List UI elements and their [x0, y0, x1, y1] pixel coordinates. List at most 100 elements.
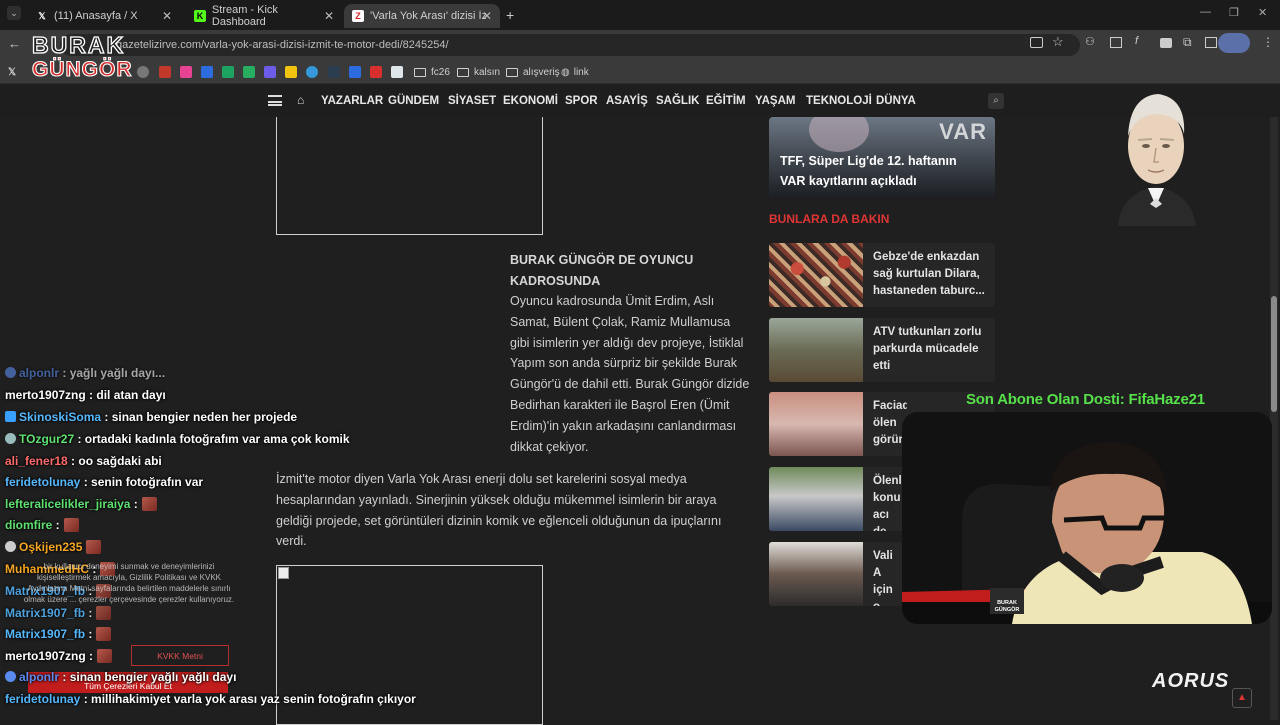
bookmark-icon[interactable]: [243, 66, 255, 78]
bookmark-star-icon[interactable]: ☆: [1052, 34, 1064, 50]
nav-yazarlar[interactable]: YAZARLAR: [321, 95, 383, 107]
emote-icon: [141, 497, 157, 511]
nav-saglik[interactable]: SAĞLIK: [656, 95, 699, 107]
minimize-icon[interactable]: —: [1200, 6, 1211, 18]
bookmark-folder-alisveris[interactable]: alışveriş: [506, 64, 560, 80]
globe-icon: ◍: [561, 66, 570, 78]
nav-ekonomi[interactable]: EKONOMİ: [503, 95, 558, 107]
subscriber-alert: Son Abone Olan Dosti: FifaHaze21: [966, 391, 1205, 408]
related-item[interactable]: Gebze'de enkazdan sağ kurtulan Dilara, h…: [769, 243, 995, 307]
chat-username: alponlr: [19, 670, 60, 684]
chat-text: millihakimiyet varla yok arası yaz senin…: [91, 692, 416, 706]
bookmark-icon[interactable]: [306, 66, 318, 78]
related-title: ATV tutkunları zorlu parkurda mücadele e…: [873, 326, 982, 372]
nav-yasam[interactable]: YAŞAM: [755, 95, 795, 107]
chat-username: Oşkijen235: [19, 540, 83, 554]
sidebar-icon[interactable]: [1205, 37, 1217, 48]
url-text: gazetelizirve.com/varla-yok-arasi-dizisi…: [116, 39, 449, 51]
kvkk-button[interactable]: KVKK Metni: [131, 645, 229, 666]
nav-gundem[interactable]: GÜNDEM: [388, 95, 439, 107]
close-icon[interactable]: ✕: [482, 9, 492, 23]
bookmark-icon[interactable]: [159, 66, 171, 78]
bookmark-icon[interactable]: [391, 66, 403, 78]
chat-username: merto1907zng: [5, 388, 86, 402]
font-icon[interactable]: f: [1135, 35, 1138, 47]
puzzle-icon[interactable]: ⧉: [1183, 35, 1192, 50]
close-window-icon[interactable]: ✕: [1258, 6, 1267, 19]
profile-avatar[interactable]: [1218, 33, 1250, 53]
related-thumbnail: [769, 243, 863, 307]
tab-title: (11) Anasayfa / X: [54, 10, 138, 22]
address-bar[interactable]: gazetelizirve.com/varla-yok-arasi-dizisi…: [60, 34, 1080, 56]
close-icon[interactable]: ✕: [162, 9, 172, 23]
chat-username: Matrix1907_fb: [5, 606, 86, 620]
bookmark-folder-fc26[interactable]: fc26: [414, 64, 450, 80]
chat-badge-icon: [5, 367, 16, 378]
bookmark-folder-kalsin[interactable]: kalsın: [457, 64, 500, 80]
bookmark-icon[interactable]: [328, 66, 340, 78]
emote-icon: [97, 649, 113, 663]
back-arrow-icon[interactable]: ←: [8, 36, 21, 51]
chat-text: senin fotoğrafın var: [91, 475, 204, 489]
chat-text: sinan bengier neden her projede: [111, 410, 298, 424]
scroll-top-button[interactable]: ▲: [1232, 688, 1252, 708]
nav-spor[interactable]: SPOR: [565, 95, 598, 107]
var-badge: VAR: [939, 119, 987, 144]
bookmark-link[interactable]: ◍ link: [561, 64, 589, 80]
camera-icon[interactable]: [1160, 38, 1172, 48]
hamburger-menu-icon[interactable]: [268, 95, 282, 106]
bookmark-icon[interactable]: [222, 66, 234, 78]
chat-text: oo sağdaki abi: [78, 454, 162, 468]
cookie-notice: bir kullanıcı deneyimi sunmak ve deneyim…: [23, 562, 235, 604]
bookmark-icon[interactable]: [264, 66, 276, 78]
bookmark-label: kalsın: [474, 66, 501, 78]
pennant-graphic: [809, 117, 869, 152]
nav-teknoloji[interactable]: TEKNOLOJİ: [806, 95, 872, 107]
chat-message: Oşkijen235: [5, 540, 102, 554]
scrollbar-track[interactable]: [1270, 117, 1278, 720]
new-tab-plus-icon[interactable]: +: [506, 7, 514, 23]
nav-dunya[interactable]: DÜNYA: [876, 95, 916, 107]
emote-icon: [96, 606, 112, 620]
chat-username: lefteralicelikler_jiraiya: [5, 497, 131, 511]
related-title: Gebze'de enkazdan sağ kurtulan Dilara, h…: [873, 251, 985, 297]
bookmarks-bar: 𝕏 fc26 kalsın alışveriş ◍ link: [0, 60, 1280, 84]
broken-image-icon: [278, 567, 289, 579]
menu-kebab-icon[interactable]: ⋮: [1262, 35, 1274, 49]
bookmark-icon[interactable]: [180, 66, 192, 78]
home-icon[interactable]: ⌂: [297, 93, 304, 107]
webcam-overlay: BURAK GÜNGÖR: [902, 412, 1272, 624]
chat-badge-icon: [5, 411, 16, 422]
related-thumbnail: [769, 542, 863, 606]
bookmark-icon[interactable]: [349, 66, 361, 78]
nav-siyaset[interactable]: SİYASET: [448, 95, 496, 107]
x-bookmark-icon[interactable]: 𝕏: [8, 64, 16, 80]
image-icon[interactable]: [1110, 37, 1122, 48]
sidebar-top-story[interactable]: VAR TFF, Süper Lig'de 12. haftanın VAR k…: [769, 117, 995, 198]
nav-egitim[interactable]: EĞİTİM: [706, 95, 746, 107]
tab-x[interactable]: 𝕏 (11) Anasayfa / X ✕: [28, 4, 180, 28]
nav-asayis[interactable]: ASAYİŞ: [606, 95, 648, 107]
tab-kick[interactable]: K Stream - Kick Dashboard ✕: [186, 4, 342, 28]
chat-username: SkinoskiSoma: [19, 410, 102, 424]
logo-line1: BURAK: [31, 31, 126, 58]
chat-message: SkinoskiSoma : sinan bengier neden her p…: [5, 410, 297, 424]
scrollbar-thumb[interactable]: [1271, 296, 1277, 412]
tab-search-icon[interactable]: ⌄: [7, 6, 21, 20]
bookmark-icon[interactable]: [285, 66, 297, 78]
extension-icon[interactable]: ⚇: [1085, 35, 1095, 48]
related-item[interactable]: ATV tutkunları zorlu parkurda mücadele e…: [769, 318, 995, 382]
related-thumbnail: [769, 318, 863, 382]
chat-badge-icon: [5, 671, 16, 682]
cast-icon[interactable]: [1030, 37, 1043, 48]
close-icon[interactable]: ✕: [324, 9, 334, 23]
stream-logo: BURAK GÜNGÖR: [31, 31, 132, 84]
bookmark-icon[interactable]: [370, 66, 382, 78]
restore-icon[interactable]: ❐: [1229, 6, 1239, 19]
bookmark-icon[interactable]: [137, 66, 149, 78]
top-story-title: TFF, Süper Lig'de 12. haftanın VAR kayıt…: [780, 154, 957, 188]
bookmark-icon[interactable]: [201, 66, 213, 78]
chat-message: alponlr : sinan bengier yağlı yağlı dayı: [5, 670, 236, 684]
search-icon[interactable]: ⌕: [988, 93, 1004, 109]
tab-article[interactable]: Z 'Varla Yok Arası' dizisi İzmit'te ✕: [344, 4, 500, 28]
